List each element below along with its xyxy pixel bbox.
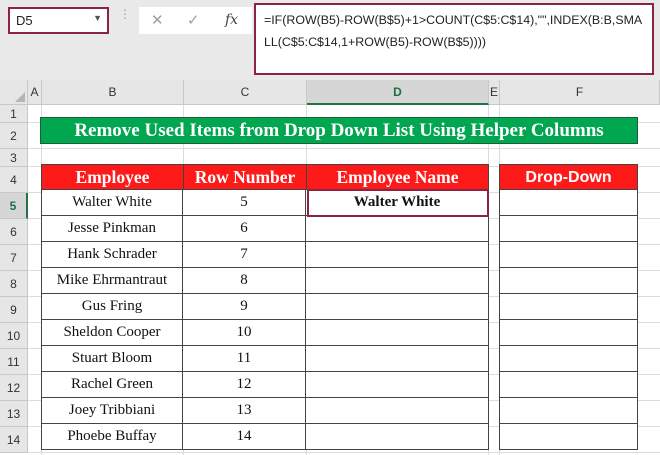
employee-name-cell[interactable] xyxy=(306,346,489,372)
employee-name-cell[interactable] xyxy=(306,424,489,450)
employee-cell[interactable]: Gus Fring xyxy=(41,294,183,320)
drop-down-cell[interactable] xyxy=(499,216,638,242)
page-title: Remove Used Items from Drop Down List Us… xyxy=(40,117,638,144)
employee-name-cell[interactable] xyxy=(306,216,489,242)
column-header-f[interactable]: F xyxy=(500,80,660,105)
row-header-1[interactable]: 1 xyxy=(0,105,28,123)
employee-name-cell[interactable] xyxy=(306,268,489,294)
gridline xyxy=(28,452,660,453)
row-header-13[interactable]: 13 xyxy=(0,401,28,427)
row-header-9[interactable]: 9 xyxy=(0,297,28,323)
employee-cell[interactable]: Phoebe Buffay xyxy=(41,424,183,450)
select-all-icon xyxy=(15,92,25,102)
row-header-14[interactable]: 14 xyxy=(0,427,28,453)
header-employee: Employee xyxy=(41,164,184,190)
row-number-cell[interactable]: 5 xyxy=(183,190,306,216)
formula-buttons: ✕ ✓ fx xyxy=(139,7,252,34)
row-header-10[interactable]: 10 xyxy=(0,323,28,349)
row-header-3[interactable]: 3 xyxy=(0,149,28,167)
employee-cell[interactable]: Walter White xyxy=(41,190,183,216)
employee-cell[interactable]: Joey Tribbiani xyxy=(41,398,183,424)
drop-down-cell[interactable] xyxy=(499,398,638,424)
formula-text: =IF(ROW(B5)-ROW(B$5)+1>COUNT(C$5:C$14),"… xyxy=(264,13,643,49)
employee-cell[interactable]: Hank Schrader xyxy=(41,242,183,268)
drop-down-cell[interactable] xyxy=(499,190,638,216)
selected-cell-d5[interactable] xyxy=(307,189,489,217)
row-header-7[interactable]: 7 xyxy=(0,245,28,271)
employee-name-cell[interactable] xyxy=(306,320,489,346)
row-number-cell[interactable]: 6 xyxy=(183,216,306,242)
drag-handle-icon[interactable]: ⋮ xyxy=(119,8,131,20)
header-row-number: Row Number xyxy=(183,164,307,190)
employee-name-cell[interactable] xyxy=(306,294,489,320)
row-number-cell[interactable]: 13 xyxy=(183,398,306,424)
employee-cell[interactable]: Sheldon Cooper xyxy=(41,320,183,346)
column-header-a[interactable]: A xyxy=(28,80,42,105)
name-box-value: D5 xyxy=(16,13,33,28)
formula-input[interactable]: =IF(ROW(B5)-ROW(B$5)+1>COUNT(C$5:C$14),"… xyxy=(254,3,654,75)
employee-name-cell[interactable] xyxy=(306,398,489,424)
insert-function-icon[interactable]: fx xyxy=(225,12,238,28)
select-all-button[interactable] xyxy=(0,80,28,105)
row-number-cell[interactable]: 12 xyxy=(183,372,306,398)
chevron-down-icon[interactable]: ▼ xyxy=(93,13,102,23)
row-header-11[interactable]: 11 xyxy=(0,349,28,375)
row-header-8[interactable]: 8 xyxy=(0,271,28,297)
row-number-cell[interactable]: 11 xyxy=(183,346,306,372)
row-number-cell[interactable]: 14 xyxy=(183,424,306,450)
employee-cell[interactable]: Rachel Green xyxy=(41,372,183,398)
employee-name-cell[interactable] xyxy=(306,372,489,398)
header-employee-name: Employee Name xyxy=(306,164,489,190)
row-header-2[interactable]: 2 xyxy=(0,123,28,149)
checkmark-icon[interactable]: ✓ xyxy=(187,11,200,29)
drop-down-cell[interactable] xyxy=(499,242,638,268)
cell-area[interactable]: Remove Used Items from Drop Down List Us… xyxy=(28,105,660,455)
employee-cell[interactable]: Mike Ehrmantraut xyxy=(41,268,183,294)
column-header-b[interactable]: B xyxy=(42,80,184,105)
drop-down-cell[interactable] xyxy=(499,268,638,294)
formula-bar-area: D5 ▼ ⋮ ✕ ✓ fx =IF(ROW(B5)-ROW(B$5)+1>COU… xyxy=(0,0,660,80)
gridline xyxy=(28,148,660,149)
column-header-d[interactable]: D xyxy=(307,80,489,105)
drop-down-cell[interactable] xyxy=(499,320,638,346)
name-box[interactable]: D5 ▼ xyxy=(8,7,109,34)
employee-cell[interactable]: Jesse Pinkman xyxy=(41,216,183,242)
row-number-cell[interactable]: 8 xyxy=(183,268,306,294)
employee-name-cell[interactable] xyxy=(306,242,489,268)
row-header-4[interactable]: 4 xyxy=(0,167,28,193)
spreadsheet-grid: A B C D E F 1 2 3 4 5 6 7 8 9 10 11 12 13 14 Remove U… xyxy=(0,80,660,455)
row-number-cell[interactable]: 10 xyxy=(183,320,306,346)
drop-down-cell[interactable] xyxy=(499,372,638,398)
row-number-cell[interactable]: 9 xyxy=(183,294,306,320)
employee-cell[interactable]: Stuart Bloom xyxy=(41,346,183,372)
header-drop-down: Drop-Down xyxy=(499,164,638,190)
column-header-c[interactable]: C xyxy=(184,80,307,105)
row-header-6[interactable]: 6 xyxy=(0,219,28,245)
cancel-icon[interactable]: ✕ xyxy=(151,11,164,29)
row-header-12[interactable]: 12 xyxy=(0,375,28,401)
column-header-e[interactable]: E xyxy=(489,80,500,105)
row-header-5[interactable]: 5 xyxy=(0,193,28,219)
drop-down-cell[interactable] xyxy=(499,294,638,320)
row-number-cell[interactable]: 7 xyxy=(183,242,306,268)
drop-down-cell[interactable] xyxy=(499,424,638,450)
drop-down-cell[interactable] xyxy=(499,346,638,372)
